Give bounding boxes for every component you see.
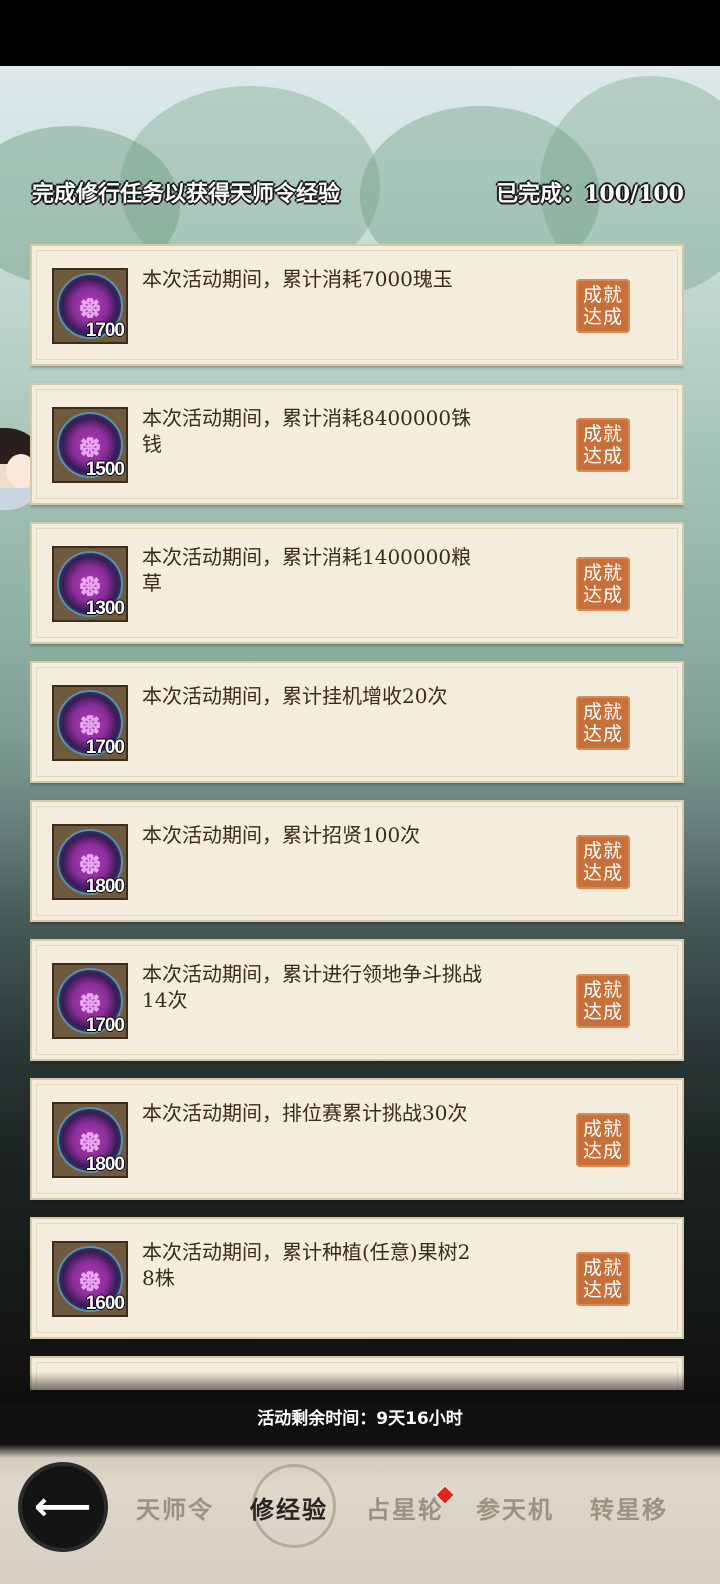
achievement-badge: 成就达成	[576, 1113, 630, 1167]
task-instruction: 完成修行任务以获得天师令经验	[32, 181, 341, 207]
tab-tianshiling[interactable]: 天师令	[136, 1490, 214, 1525]
back-button[interactable]: ⟵	[22, 1466, 104, 1548]
exp-amount: 1800	[85, 876, 125, 897]
task-description: 本次活动期间，累计种植(任意)果树28株	[142, 1240, 471, 1290]
exp-medal-icon[interactable]: ᪥ 1300	[52, 546, 128, 622]
exp-amount: 1600	[85, 1293, 125, 1314]
list-fade	[0, 1372, 720, 1402]
exp-medal-icon[interactable]: ᪥ 1600	[52, 1241, 128, 1317]
task-description: 本次活动期间，累计消耗1400000粮草	[142, 545, 472, 595]
achievement-badge: 成就达成	[576, 974, 630, 1028]
exp-amount: 1300	[85, 598, 125, 619]
tab-zhanxinglun[interactable]: 占星轮	[366, 1490, 444, 1525]
task-description: 本次活动期间，累计挂机增收20次	[142, 684, 448, 708]
achievement-badge: 成就达成	[576, 557, 630, 611]
task-card: ᪥ 1700 本次活动期间，累计消耗7000瑰玉 成就达成	[30, 244, 684, 366]
exp-amount: 1500	[85, 459, 125, 480]
task-card: ᪥ 1800 本次活动期间，排位赛累计挑战30次 成就达成	[30, 1078, 684, 1200]
exp-amount: 1700	[85, 737, 125, 758]
task-list[interactable]: ᪥ 1700 本次活动期间，累计消耗7000瑰玉 成就达成 ᪥ 1500 本次活…	[30, 244, 684, 1390]
completion-progress: 已完成：100/100	[496, 181, 684, 207]
back-arrow-icon: ⟵	[34, 1484, 92, 1530]
exp-medal-icon[interactable]: ᪥ 1800	[52, 824, 128, 900]
task-description: 本次活动期间，累计招贤100次	[142, 823, 421, 847]
tab-xiujingyan[interactable]: 修经验	[250, 1490, 328, 1525]
task-description: 本次活动期间，累计消耗7000瑰玉	[142, 267, 453, 291]
task-card: ᪥ 1300 本次活动期间，累计消耗1400000粮草 成就达成	[30, 522, 684, 644]
exp-amount: 1700	[85, 1015, 125, 1036]
exp-medal-icon[interactable]: ᪥ 1800	[52, 1102, 128, 1178]
bottom-nav: ⟵ 天师令 修经验 占星轮 参天机 转星移	[0, 1444, 720, 1584]
status-bar	[0, 0, 720, 66]
event-remaining-time: 活动剩余时间：9天16小时	[257, 1409, 463, 1429]
tab-cantianji[interactable]: 参天机	[476, 1490, 554, 1525]
task-card: ᪥ 1800 本次活动期间，累计招贤100次 成就达成	[30, 800, 684, 922]
achievement-badge: 成就达成	[576, 1252, 630, 1306]
exp-medal-icon[interactable]: ᪥ 1700	[52, 963, 128, 1039]
task-card: ᪥ 1700 本次活动期间，累计进行领地争斗挑战14次 成就达成	[30, 939, 684, 1061]
task-description: 本次活动期间，排位赛累计挑战30次	[142, 1101, 468, 1125]
achievement-badge: 成就达成	[576, 279, 630, 333]
task-card: ᪥ 1700 本次活动期间，累计挂机增收20次 成就达成	[30, 661, 684, 783]
exp-medal-icon[interactable]: ᪥ 1500	[52, 407, 128, 483]
tab-zhuanxingyi[interactable]: 转星移	[590, 1490, 668, 1525]
task-description: 本次活动期间，累计进行领地争斗挑战14次	[142, 962, 482, 1012]
task-card: ᪥ 1500 本次活动期间，累计消耗8400000铢钱 成就达成	[30, 383, 684, 505]
achievement-badge: 成就达成	[576, 835, 630, 889]
task-card: ᪥ 1600 本次活动期间，累计种植(任意)果树28株 成就达成	[30, 1217, 684, 1339]
exp-amount: 1800	[85, 1154, 125, 1175]
exp-medal-icon[interactable]: ᪥ 1700	[52, 268, 128, 344]
achievement-badge: 成就达成	[576, 418, 630, 472]
task-description: 本次活动期间，累计消耗8400000铢钱	[142, 406, 472, 456]
achievement-badge: 成就达成	[576, 696, 630, 750]
exp-medal-icon[interactable]: ᪥ 1700	[52, 685, 128, 761]
exp-amount: 1700	[85, 320, 125, 341]
